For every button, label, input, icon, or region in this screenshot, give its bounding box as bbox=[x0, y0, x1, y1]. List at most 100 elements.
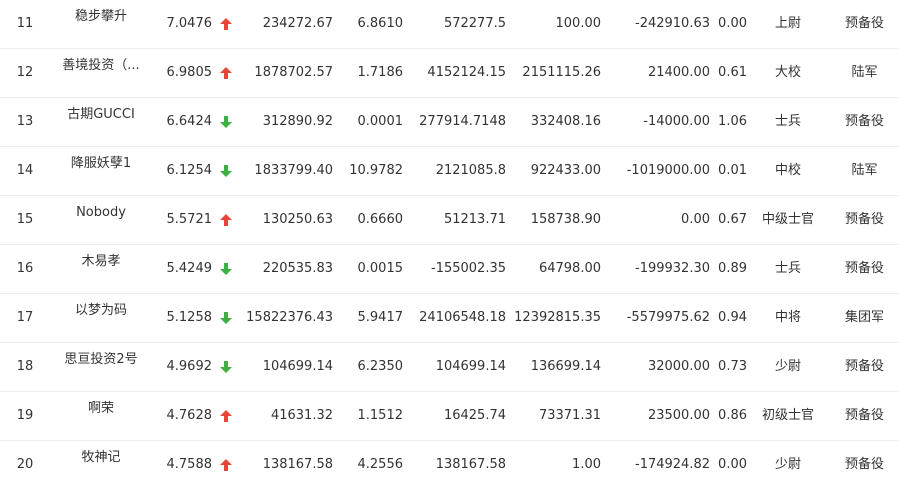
value-col-10: 1.06 bbox=[718, 114, 747, 129]
score-value: 5.1258 bbox=[166, 310, 213, 325]
trend-indicator bbox=[217, 294, 235, 342]
value-col-6: 1.7186 bbox=[357, 65, 404, 80]
score-value: 6.9805 bbox=[166, 65, 213, 80]
value-col-9: -242910.63 bbox=[635, 16, 710, 31]
value-col-5: 41631.32 bbox=[270, 408, 333, 423]
military-rank: 士兵 bbox=[774, 114, 801, 129]
arrow-down-icon bbox=[220, 311, 232, 324]
rank-cell: 14 bbox=[16, 163, 34, 178]
value-col-5: 138167.58 bbox=[262, 457, 333, 472]
trend-indicator bbox=[217, 245, 235, 293]
ranking-table: 11 稳步攀升 7.0476 234272.67 6.8610 572277.5 100.0… bbox=[0, 0, 899, 489]
value-col-7: 16425.74 bbox=[443, 408, 506, 423]
account-name[interactable]: 以梦为码 bbox=[56, 287, 146, 335]
corps-label: 预备役 bbox=[844, 359, 884, 374]
account-name[interactable]: Nobody bbox=[56, 189, 146, 237]
value-col-5: 130250.63 bbox=[262, 212, 333, 227]
rank-cell: 13 bbox=[16, 114, 34, 129]
value-col-9: 23500.00 bbox=[647, 408, 710, 423]
value-col-7: 51213.71 bbox=[443, 212, 506, 227]
value-col-8: 64798.00 bbox=[538, 261, 601, 276]
military-rank: 士兵 bbox=[774, 261, 801, 276]
value-col-9: 21400.00 bbox=[647, 65, 710, 80]
military-rank: 初级士官 bbox=[761, 408, 814, 423]
value-col-8: 1.00 bbox=[572, 457, 601, 472]
account-name[interactable]: 古期GUCCI bbox=[56, 91, 146, 139]
value-col-10: 0.01 bbox=[718, 163, 747, 178]
value-col-6: 6.2350 bbox=[357, 359, 404, 374]
account-name[interactable]: 思亘投资2号 bbox=[56, 336, 146, 384]
account-name[interactable]: 稳步攀升 bbox=[56, 0, 146, 41]
arrow-up-icon bbox=[220, 213, 232, 226]
value-col-10: 0.00 bbox=[718, 16, 747, 31]
value-col-9: -199932.30 bbox=[635, 261, 710, 276]
value-col-10: 0.61 bbox=[718, 65, 747, 80]
score-value: 4.9692 bbox=[166, 359, 213, 374]
value-col-8: 332408.16 bbox=[530, 114, 601, 129]
rank-cell: 18 bbox=[16, 359, 34, 374]
arrow-down-icon bbox=[220, 360, 232, 373]
value-col-7: 24106548.18 bbox=[419, 310, 506, 325]
table-row[interactable]: 20 牧神记 4.7588 138167.58 4.2556 138167.58 1.00-… bbox=[0, 441, 899, 489]
score-value: 5.5721 bbox=[166, 212, 213, 227]
rank-cell: 16 bbox=[16, 261, 34, 276]
score-value: 7.0476 bbox=[166, 16, 213, 31]
military-rank: 大校 bbox=[774, 65, 801, 80]
value-col-9: 0.00 bbox=[681, 212, 710, 227]
military-rank: 少尉 bbox=[774, 359, 801, 374]
arrow-up-icon bbox=[220, 17, 232, 30]
arrow-up-icon bbox=[220, 458, 232, 471]
account-name[interactable]: 善境投资（... bbox=[56, 42, 146, 90]
corps-label: 集团军 bbox=[844, 310, 884, 325]
rank-cell: 12 bbox=[16, 65, 34, 80]
value-col-9: -5579975.62 bbox=[626, 310, 710, 325]
score-value: 4.7628 bbox=[166, 408, 213, 423]
corps-label: 预备役 bbox=[844, 408, 884, 423]
value-col-8: 2151115.26 bbox=[522, 65, 601, 80]
value-col-8: 100.00 bbox=[555, 16, 602, 31]
trend-indicator bbox=[217, 343, 235, 391]
rank-cell: 20 bbox=[16, 457, 34, 472]
value-col-5: 312890.92 bbox=[262, 114, 333, 129]
value-col-6: 0.0001 bbox=[357, 114, 404, 129]
account-name[interactable]: 啊荣 bbox=[56, 385, 146, 433]
trend-indicator bbox=[217, 147, 235, 195]
arrow-down-icon bbox=[220, 164, 232, 177]
score-value: 6.1254 bbox=[166, 163, 213, 178]
value-col-8: 136699.14 bbox=[530, 359, 601, 374]
value-col-8: 922433.00 bbox=[530, 163, 601, 178]
arrow-down-icon bbox=[220, 115, 232, 128]
value-col-9: -1019000.00 bbox=[626, 163, 710, 178]
account-name[interactable]: 木易孝 bbox=[56, 238, 146, 286]
corps-label: 预备役 bbox=[844, 16, 884, 31]
value-col-6: 5.9417 bbox=[357, 310, 404, 325]
corps-label: 预备役 bbox=[844, 114, 884, 129]
value-col-10: 0.94 bbox=[718, 310, 747, 325]
military-rank: 中校 bbox=[774, 163, 801, 178]
rank-cell: 15 bbox=[16, 212, 34, 227]
score-value: 5.4249 bbox=[166, 261, 213, 276]
corps-label: 陆军 bbox=[851, 65, 878, 80]
arrow-up-icon bbox=[220, 66, 232, 79]
account-name[interactable]: 降服妖孽1 bbox=[56, 140, 146, 188]
score-value: 4.7588 bbox=[166, 457, 213, 472]
trend-indicator bbox=[217, 441, 235, 489]
value-col-8: 73371.31 bbox=[538, 408, 601, 423]
value-col-7: 138167.58 bbox=[435, 457, 506, 472]
value-col-5: 104699.14 bbox=[262, 359, 333, 374]
trend-indicator bbox=[217, 49, 235, 97]
value-col-9: -174924.82 bbox=[635, 457, 710, 472]
value-col-5: 15822376.43 bbox=[246, 310, 333, 325]
value-col-10: 0.73 bbox=[718, 359, 747, 374]
value-col-8: 158738.90 bbox=[530, 212, 601, 227]
corps-label: 预备役 bbox=[844, 212, 884, 227]
trend-indicator bbox=[217, 98, 235, 146]
value-col-7: 4152124.15 bbox=[427, 65, 506, 80]
value-col-7: 572277.5 bbox=[443, 16, 506, 31]
trend-indicator bbox=[217, 0, 235, 48]
value-col-6: 10.9782 bbox=[349, 163, 403, 178]
military-rank: 上尉 bbox=[774, 16, 801, 31]
rank-cell: 17 bbox=[16, 310, 34, 325]
account-name[interactable]: 牧神记 bbox=[56, 434, 146, 482]
arrow-up-icon bbox=[220, 409, 232, 422]
